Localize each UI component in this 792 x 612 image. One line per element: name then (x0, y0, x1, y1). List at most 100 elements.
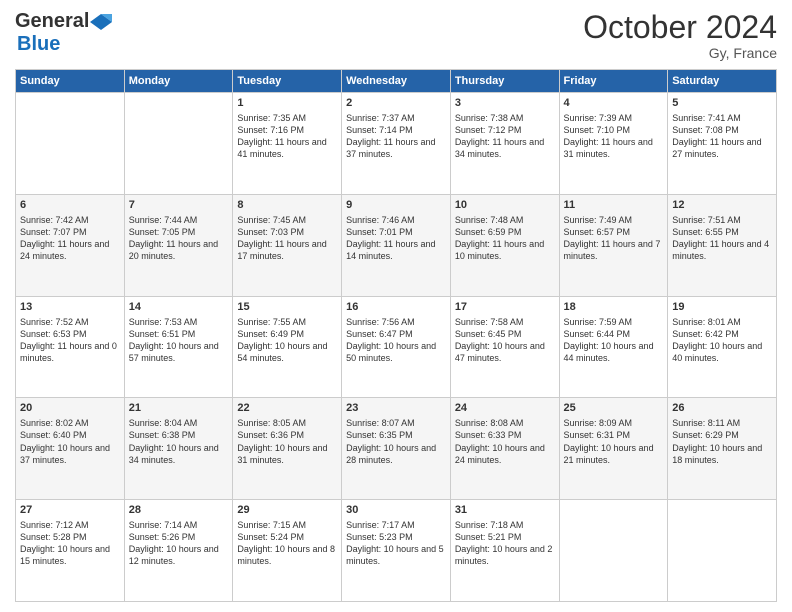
day-number: 14 (129, 300, 229, 315)
day-number: 16 (346, 300, 446, 315)
day-info: Sunrise: 7:17 AM Sunset: 5:23 PM Dayligh… (346, 520, 444, 566)
day-number: 26 (672, 401, 772, 416)
logo: General Blue (15, 10, 113, 56)
day-number: 20 (20, 401, 120, 416)
day-number: 1 (237, 96, 337, 111)
calendar-week-row: 20 Sunrise: 8:02 AM Sunset: 6:40 PM Dayli… (16, 398, 777, 500)
calendar-day-cell: 9Sunrise: 7:46 AM Sunset: 7:01 PM Daylig… (342, 194, 451, 296)
calendar-day-cell: 26 Sunrise: 8:11 AM Sunset: 6:29 PM Dayli… (668, 398, 777, 500)
day-info: Sunrise: 7:15 AM Sunset: 5:24 PM Dayligh… (237, 520, 335, 566)
title-block: October 2024 Gy, France (583, 10, 777, 61)
calendar-day-cell: 19Sunrise: 8:01 AM Sunset: 6:42 PM Dayli… (668, 296, 777, 398)
day-info: Sunrise: 7:35 AM Sunset: 7:16 PM Dayligh… (237, 113, 326, 159)
day-info: Sunrise: 7:39 AM Sunset: 7:10 PM Dayligh… (564, 113, 653, 159)
day-info: Sunrise: 7:18 AM Sunset: 5:21 PM Dayligh… (455, 520, 553, 566)
calendar-day-cell: 14 Sunrise: 7:53 AM Sunset: 6:51 PM Dayli… (124, 296, 233, 398)
day-number: 18 (564, 300, 664, 315)
day-number: 7 (129, 198, 229, 213)
calendar-header-cell: Saturday (668, 70, 777, 93)
calendar-day-cell: 29 Sunrise: 7:15 AM Sunset: 5:24 PM Dayli… (233, 500, 342, 602)
calendar-day-cell: 28 Sunrise: 7:14 AM Sunset: 5:26 PM Dayli… (124, 500, 233, 602)
calendar-day-cell: 4Sunrise: 7:39 AM Sunset: 7:10 PM Daylig… (559, 93, 668, 195)
calendar-body: 1 Sunrise: 7:35 AM Sunset: 7:16 PM Daylig… (16, 93, 777, 602)
calendar-day-cell (124, 93, 233, 195)
day-info: Sunrise: 7:56 AM Sunset: 6:47 PM Dayligh… (346, 317, 436, 363)
day-number: 22 (237, 401, 337, 416)
calendar-day-cell: 21 Sunrise: 8:04 AM Sunset: 6:38 PM Dayli… (124, 398, 233, 500)
day-info: Sunrise: 7:37 AM Sunset: 7:14 PM Dayligh… (346, 113, 435, 159)
calendar-day-cell: 6Sunrise: 7:42 AM Sunset: 7:07 PM Daylig… (16, 194, 125, 296)
calendar-day-cell: 17Sunrise: 7:58 AM Sunset: 6:45 PM Dayli… (450, 296, 559, 398)
calendar-header-row: SundayMondayTuesdayWednesdayThursdayFrid… (16, 70, 777, 93)
day-info: Sunrise: 7:44 AM Sunset: 7:05 PM Dayligh… (129, 215, 218, 261)
day-info: Sunrise: 7:14 AM Sunset: 5:26 PM Dayligh… (129, 520, 219, 566)
calendar-day-cell: 31 Sunrise: 7:18 AM Sunset: 5:21 PM Dayli… (450, 500, 559, 602)
calendar-day-cell: 10 Sunrise: 7:48 AM Sunset: 6:59 PM Dayli… (450, 194, 559, 296)
day-info: Sunrise: 8:04 AM Sunset: 6:38 PM Dayligh… (129, 418, 219, 464)
day-info: Sunrise: 7:42 AM Sunset: 7:07 PM Dayligh… (20, 215, 109, 261)
calendar-day-cell: 5Sunrise: 7:41 AM Sunset: 7:08 PM Daylig… (668, 93, 777, 195)
day-info: Sunrise: 7:53 AM Sunset: 6:51 PM Dayligh… (129, 317, 219, 363)
day-info: Sunrise: 7:49 AM Sunset: 6:57 PM Dayligh… (564, 215, 661, 261)
calendar-day-cell: 24 Sunrise: 8:08 AM Sunset: 6:33 PM Dayli… (450, 398, 559, 500)
page: { "header": { "logo_line1": "General", "… (0, 0, 792, 612)
calendar-day-cell (668, 500, 777, 602)
day-number: 24 (455, 401, 555, 416)
day-info: Sunrise: 7:12 AM Sunset: 5:28 PM Dayligh… (20, 520, 110, 566)
day-number: 28 (129, 503, 229, 518)
day-info: Sunrise: 8:09 AM Sunset: 6:31 PM Dayligh… (564, 418, 654, 464)
calendar-week-row: 1 Sunrise: 7:35 AM Sunset: 7:16 PM Daylig… (16, 93, 777, 195)
day-info: Sunrise: 7:48 AM Sunset: 6:59 PM Dayligh… (455, 215, 544, 261)
calendar-day-cell: 27Sunrise: 7:12 AM Sunset: 5:28 PM Dayli… (16, 500, 125, 602)
day-info: Sunrise: 8:11 AM Sunset: 6:29 PM Dayligh… (672, 418, 762, 464)
day-number: 10 (455, 198, 555, 213)
day-info: Sunrise: 7:51 AM Sunset: 6:55 PM Dayligh… (672, 215, 769, 261)
month-title: October 2024 (583, 10, 777, 45)
header: General Blue October 2024 Gy, France (15, 10, 777, 61)
logo-blue: Blue (17, 33, 60, 55)
day-number: 3 (455, 96, 555, 111)
calendar-day-cell: 15Sunrise: 7:55 AM Sunset: 6:49 PM Dayli… (233, 296, 342, 398)
calendar-header-cell: Friday (559, 70, 668, 93)
location: Gy, France (583, 45, 777, 61)
day-info: Sunrise: 8:07 AM Sunset: 6:35 PM Dayligh… (346, 418, 436, 464)
calendar-week-row: 27Sunrise: 7:12 AM Sunset: 5:28 PM Dayli… (16, 500, 777, 602)
calendar-day-cell: 23Sunrise: 8:07 AM Sunset: 6:35 PM Dayli… (342, 398, 451, 500)
calendar-day-cell: 12 Sunrise: 7:51 AM Sunset: 6:55 PM Dayli… (668, 194, 777, 296)
day-number: 17 (455, 300, 555, 315)
day-number: 2 (346, 96, 446, 111)
day-info: Sunrise: 7:41 AM Sunset: 7:08 PM Dayligh… (672, 113, 761, 159)
day-info: Sunrise: 8:01 AM Sunset: 6:42 PM Dayligh… (672, 317, 762, 363)
day-number: 31 (455, 503, 555, 518)
day-number: 8 (237, 198, 337, 213)
day-info: Sunrise: 7:52 AM Sunset: 6:53 PM Dayligh… (20, 317, 117, 363)
day-number: 12 (672, 198, 772, 213)
calendar-header-cell: Thursday (450, 70, 559, 93)
day-info: Sunrise: 7:46 AM Sunset: 7:01 PM Dayligh… (346, 215, 435, 261)
calendar-day-cell: 11Sunrise: 7:49 AM Sunset: 6:57 PM Dayli… (559, 194, 668, 296)
day-info: Sunrise: 7:38 AM Sunset: 7:12 PM Dayligh… (455, 113, 544, 159)
day-info: Sunrise: 8:05 AM Sunset: 6:36 PM Dayligh… (237, 418, 327, 464)
day-info: Sunrise: 8:02 AM Sunset: 6:40 PM Dayligh… (20, 418, 110, 464)
calendar-week-row: 6Sunrise: 7:42 AM Sunset: 7:07 PM Daylig… (16, 194, 777, 296)
logo-text: General (15, 10, 113, 33)
calendar-day-cell (16, 93, 125, 195)
calendar-day-cell: 13 Sunrise: 7:52 AM Sunset: 6:53 PM Dayli… (16, 296, 125, 398)
day-number: 29 (237, 503, 337, 518)
day-number: 13 (20, 300, 120, 315)
day-number: 25 (564, 401, 664, 416)
day-info: Sunrise: 8:08 AM Sunset: 6:33 PM Dayligh… (455, 418, 545, 464)
calendar-day-cell: 18Sunrise: 7:59 AM Sunset: 6:44 PM Dayli… (559, 296, 668, 398)
day-info: Sunrise: 7:45 AM Sunset: 7:03 PM Dayligh… (237, 215, 326, 261)
calendar-header-cell: Sunday (16, 70, 125, 93)
day-number: 30 (346, 503, 446, 518)
calendar-day-cell: 7 Sunrise: 7:44 AM Sunset: 7:05 PM Daylig… (124, 194, 233, 296)
calendar-day-cell: 20 Sunrise: 8:02 AM Sunset: 6:40 PM Dayli… (16, 398, 125, 500)
calendar-day-cell: 3 Sunrise: 7:38 AM Sunset: 7:12 PM Daylig… (450, 93, 559, 195)
calendar-day-cell: 2 Sunrise: 7:37 AM Sunset: 7:14 PM Daylig… (342, 93, 451, 195)
calendar-day-cell: 22 Sunrise: 8:05 AM Sunset: 6:36 PM Dayli… (233, 398, 342, 500)
calendar-header-cell: Wednesday (342, 70, 451, 93)
calendar-header-cell: Monday (124, 70, 233, 93)
day-number: 21 (129, 401, 229, 416)
calendar-day-cell: 30 Sunrise: 7:17 AM Sunset: 5:23 PM Dayli… (342, 500, 451, 602)
